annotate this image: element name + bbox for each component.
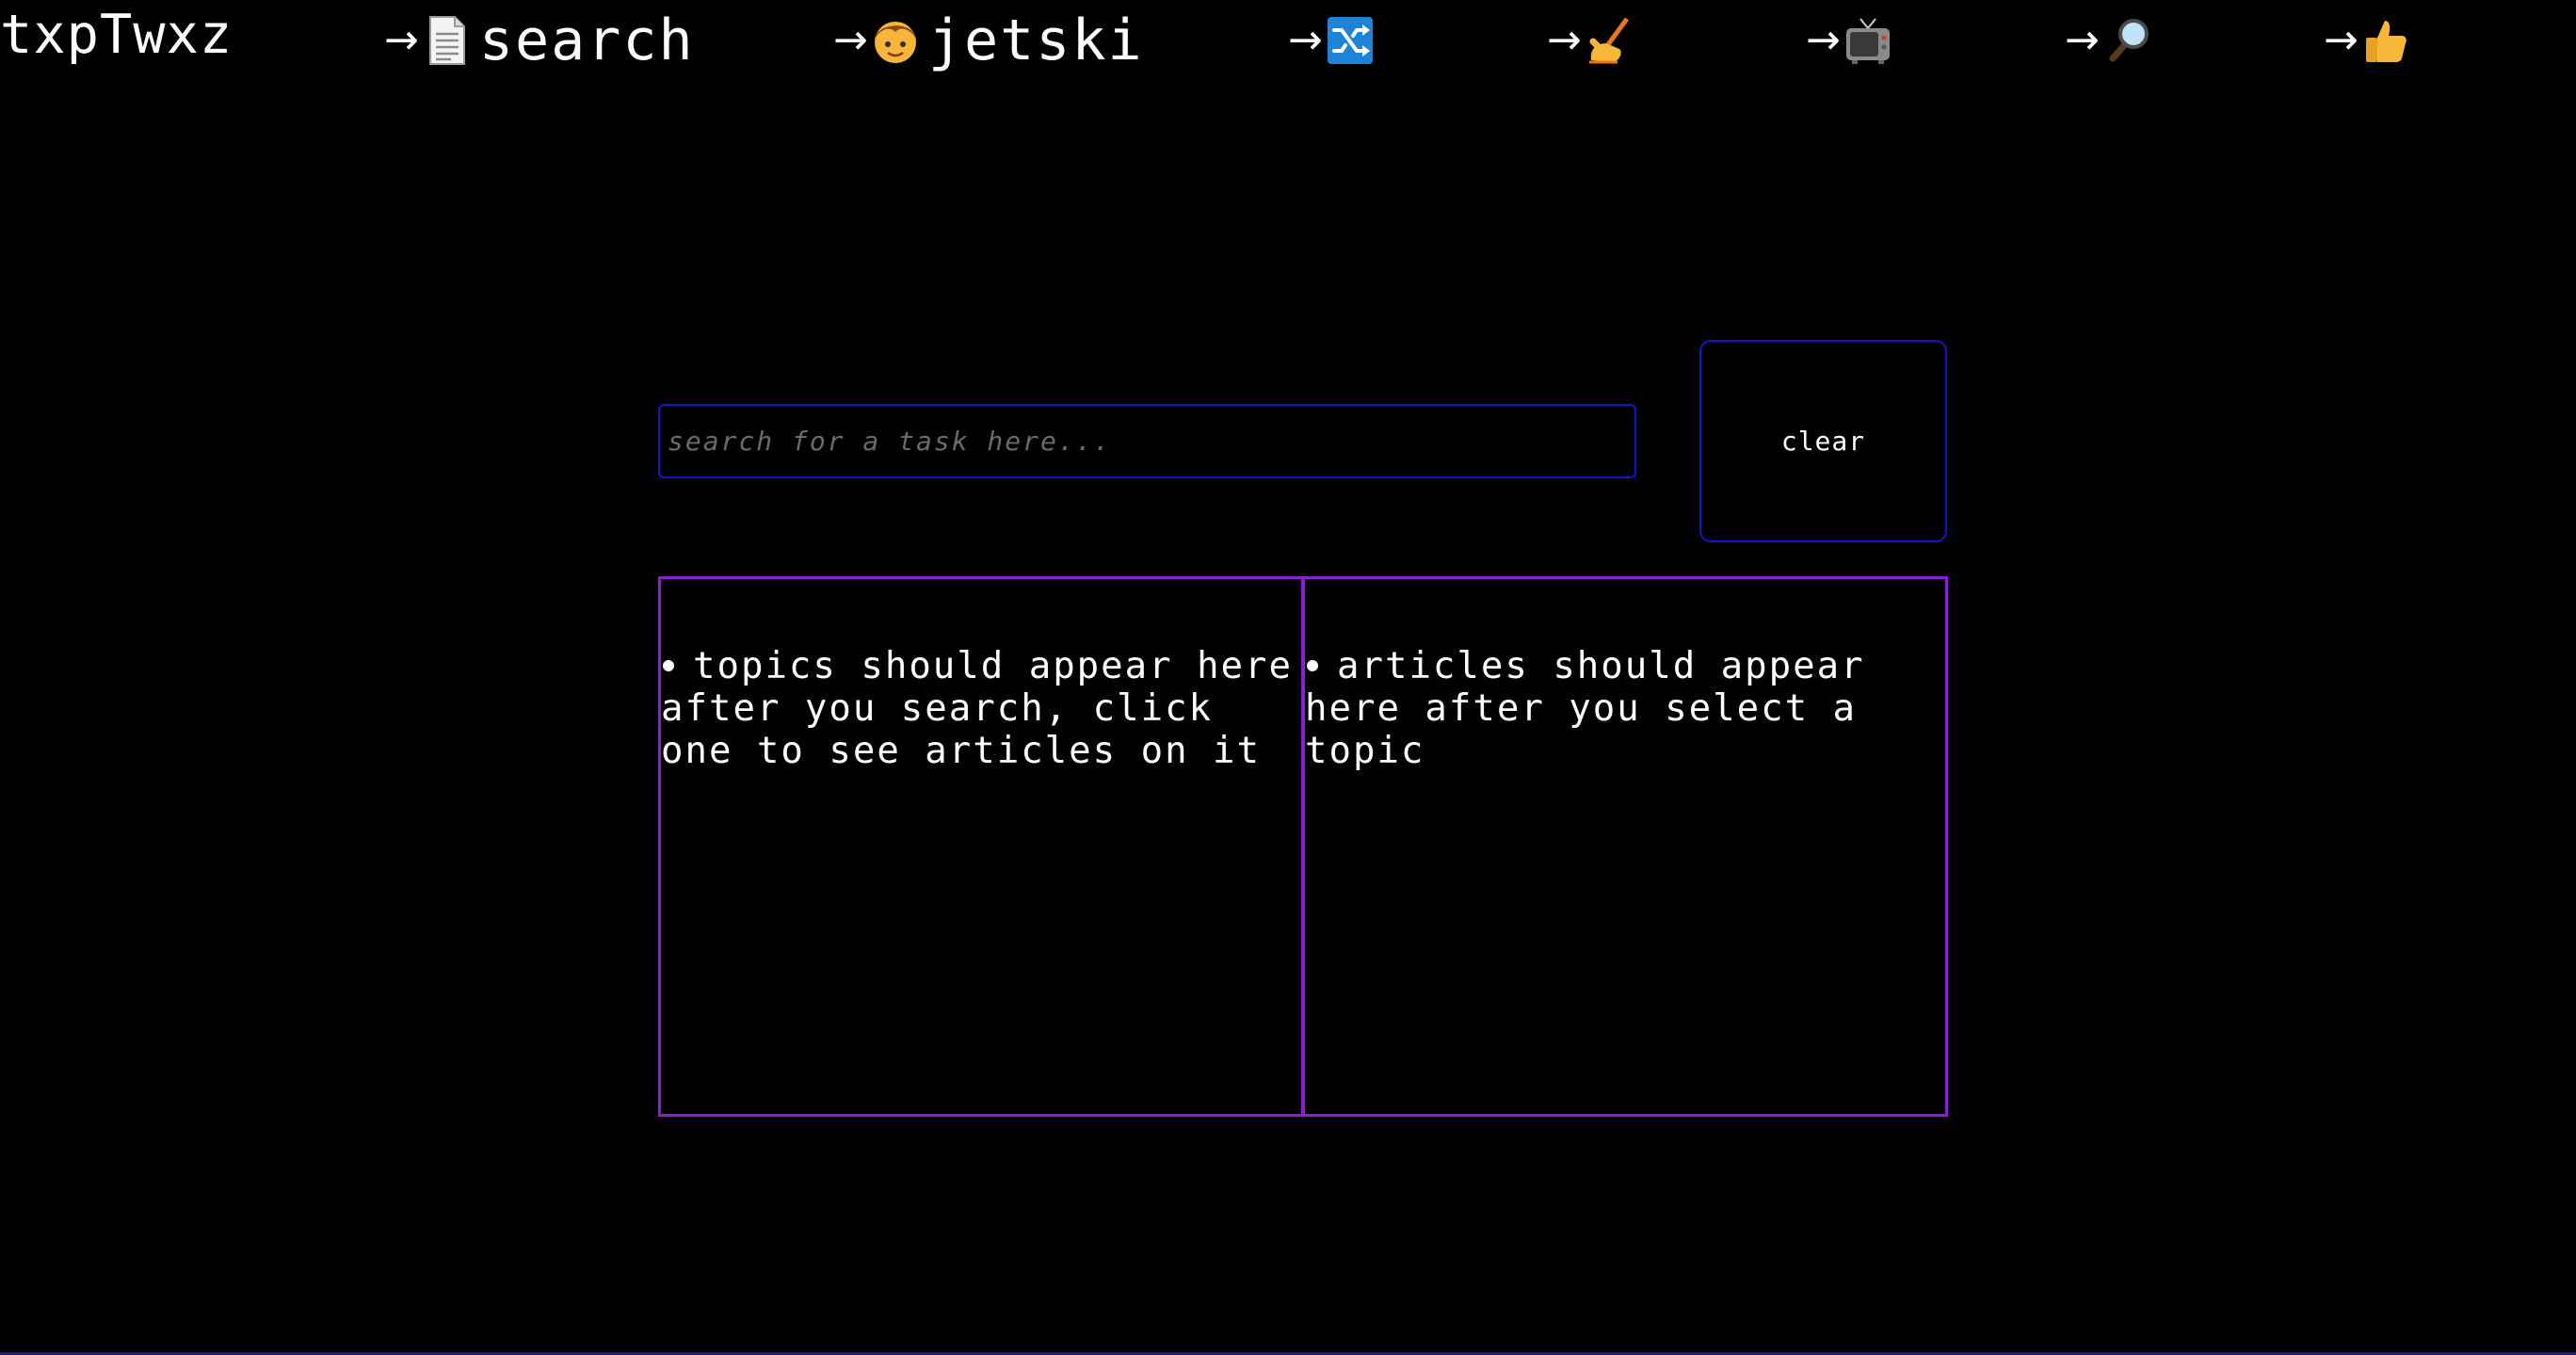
nav-item-thumbs-up[interactable]: → [2324,9,2409,72]
arrow-icon: → [1547,16,1582,64]
nav-item-search[interactable]: → search [384,8,695,73]
arrow-icon: → [1806,16,1841,64]
nav-item-jetski-label: jetski [927,8,1144,73]
bullet-icon [663,659,674,671]
articles-placeholder-text: articles should appear here after you se… [1305,645,1865,772]
list-item: articles should appear here after you se… [1305,645,1945,772]
clear-button[interactable]: clear [1699,340,1947,542]
nav-item-shuffle[interactable]: → [1288,9,1374,72]
bullet-icon [1307,659,1318,671]
topics-placeholder-text: topics should appear here after you sear… [661,645,1293,772]
arrow-icon: → [384,16,419,64]
arrow-icon: → [1288,16,1323,64]
nav-item-tv[interactable]: → [1806,9,1892,72]
brand-logo-text[interactable]: txpTwxz [0,4,233,66]
topics-panel: topics should appear here after you sear… [658,576,1304,1117]
search-input[interactable] [658,404,1636,478]
nav-item-magnifier[interactable]: → [2065,9,2150,72]
articles-panel: articles should appear here after you se… [1302,576,1948,1117]
arrow-icon: → [2324,16,2359,64]
arrow-icon: → [2065,16,2100,64]
nav-item-writing[interactable]: → [1547,9,1633,72]
television-icon [1844,15,1892,66]
shuffle-icon [1327,15,1374,66]
document-icon [423,15,470,66]
nav-item-jetski[interactable]: → jetski [833,8,1144,73]
list-item: topics should appear here after you sear… [661,645,1301,772]
nav-item-search-label: search [478,8,695,73]
writing-hand-icon [1586,15,1633,66]
thumbs-up-icon [2362,15,2409,66]
boy-face-icon [872,15,919,66]
arrow-icon: → [833,16,868,64]
topics-list: topics should appear here after you sear… [661,645,1301,772]
articles-list: articles should appear here after you se… [1305,645,1945,772]
magnifying-glass-icon [2103,15,2150,66]
page: txpTwxz → search → jetski → → → → → sear… [0,0,2576,1355]
